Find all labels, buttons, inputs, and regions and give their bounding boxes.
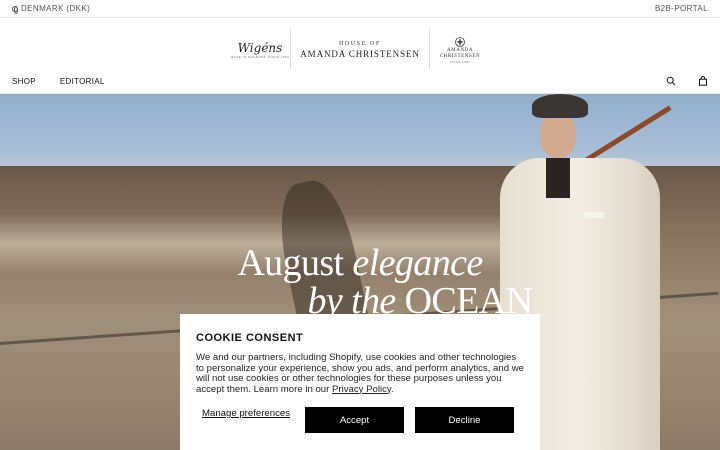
headline-august: August [237,242,353,284]
house-of-amanda-christensen-logo[interactable]: HOUSE OF AMANDA CHRISTENSEN [291,41,429,59]
wigens-logo-script: Wigéns [237,41,283,55]
amanda-christensen-logo[interactable]: AMANDA CHRISTENSEN SINCE 1887 [430,36,490,64]
nav-item-editorial[interactable]: EDITORIAL [60,77,105,86]
wigens-logo-tagline: MADE IN DENMARK SINCE 1899 [230,55,290,59]
cookie-body-end: . [390,383,394,395]
nav-item-shop[interactable]: SHOP [12,77,36,86]
model-scarf [546,158,570,198]
headline-line-1: August elegance [160,244,560,282]
amanda-since-label: SINCE 1887 [449,60,471,64]
locale-label: DENMARK (DKK) [21,4,91,13]
locale-selector[interactable]: DENMARK (DKK) [12,4,91,14]
brand-logos: Wigéns MADE IN DENMARK SINCE 1899 HOUSE … [230,30,490,70]
wigens-logo[interactable]: Wigéns MADE IN DENMARK SINCE 1899 [230,41,290,59]
cookie-title: COOKIE CONSENT [196,332,304,344]
cookie-consent-dialog: COOKIE CONSENT We and our partners, incl… [180,314,540,450]
hero-headline[interactable]: August elegance by the OCEAN [160,244,560,320]
main-nav: SHOP EDITORIAL [12,77,105,86]
manage-preferences-button[interactable]: Manage preferences [196,409,296,419]
b2b-portal-link[interactable]: B2B-PORTAL [655,4,708,13]
decline-button[interactable]: Decline [415,407,514,433]
announcement-bar: DENMARK (DKK) B2B-PORTAL [0,0,720,18]
cookie-body: We and our partners, including Shopify, … [196,352,526,395]
cookie-actions: Manage preferences Accept Decline [196,407,526,433]
globe-icon [12,5,18,14]
model-pocket-square [584,212,604,218]
crest-icon [455,37,465,47]
model-face [540,114,576,158]
site-header: Wigéns MADE IN DENMARK SINCE 1899 HOUSE … [0,18,720,94]
shopping-bag-icon[interactable] [698,76,708,86]
model-cap [532,94,588,118]
search-icon[interactable] [666,76,676,86]
house-of-label: HOUSE OF [339,41,381,47]
headline-elegance: elegance [352,242,483,284]
header-actions [666,76,708,86]
accept-button[interactable]: Accept [305,407,404,433]
house-name-label: AMANDA CHRISTENSEN [300,49,420,59]
privacy-policy-link[interactable]: Privacy Policy [332,384,391,395]
